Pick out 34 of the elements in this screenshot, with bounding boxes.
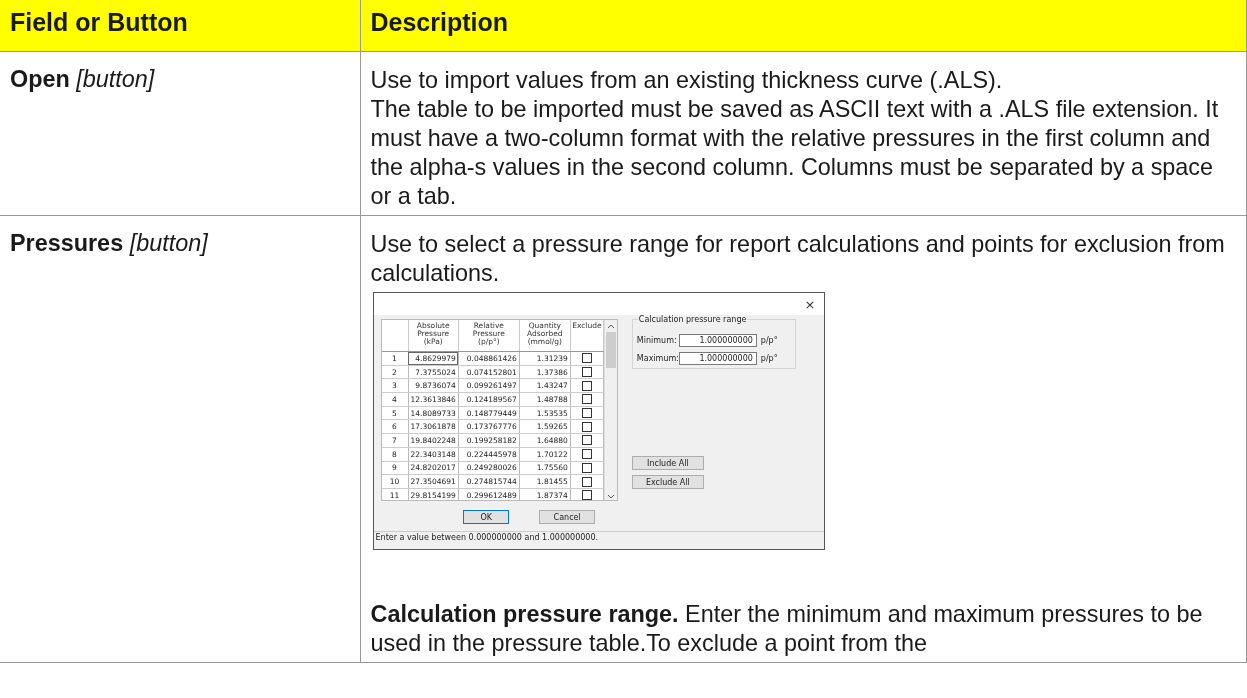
status-bar: Enter a value between 0.000000000 and 1.000000000. <box>373 531 824 549</box>
column-header: Field or Button <box>10 8 188 36</box>
exclude-checkbox[interactable] <box>581 462 592 473</box>
exclude-checkbox[interactable] <box>581 367 592 378</box>
description-text: The table to be imported must be saved as ASCII text with a .ALS file extension. It must have a two-column format with the relative pressures in the first column and the alpha-s values in the second column. Columns must be separated by a space or a tab. <box>370 95 1220 211</box>
exclude-checkbox[interactable] <box>581 353 592 364</box>
value-field[interactable]: 1.000000000 <box>678 334 757 347</box>
exclude-checkbox[interactable] <box>581 449 592 460</box>
field-name: Open [button] <box>10 65 155 93</box>
dialog-button[interactable]: Exclude All <box>631 475 704 489</box>
scroll-up-icon[interactable] <box>606 323 615 329</box>
exclude-checkbox[interactable] <box>581 476 592 487</box>
exclude-checkbox[interactable] <box>581 408 592 419</box>
dialog-button[interactable]: Cancel <box>539 510 596 524</box>
field-label: Minimum: <box>636 336 675 345</box>
description-text: Use to select a pressure range for report calculations and points for exclusion from calculations. <box>370 230 1226 288</box>
dialog-button[interactable]: OK <box>463 510 510 524</box>
exclude-checkbox[interactable] <box>581 421 592 432</box>
exclude-checkbox[interactable] <box>581 435 592 446</box>
dialog-button[interactable]: Include All <box>631 456 704 470</box>
group-title: Calculation pressure range <box>637 315 748 324</box>
unit-label: p/p° <box>760 336 778 345</box>
exclude-checkbox[interactable] <box>581 380 592 391</box>
close-button[interactable]: × <box>804 296 816 312</box>
exclude-checkbox[interactable] <box>581 490 592 500</box>
unit-label: p/p° <box>760 354 778 363</box>
field-name: Pressures [button] <box>10 229 208 257</box>
scroll-thumb[interactable] <box>605 332 616 368</box>
description-text: Calculation pressure range. Enter the minimum and maximum pressures to be used in the pressure table.To exclude a point from the <box>370 600 1204 658</box>
scroll-down-icon[interactable] <box>606 494 615 500</box>
column-header: Description <box>370 8 509 36</box>
value-field[interactable]: 1.000000000 <box>678 352 757 365</box>
description-text: Use to import values from an existing thickness curve (.ALS). <box>370 66 1004 95</box>
exclude-checkbox[interactable] <box>581 394 592 405</box>
